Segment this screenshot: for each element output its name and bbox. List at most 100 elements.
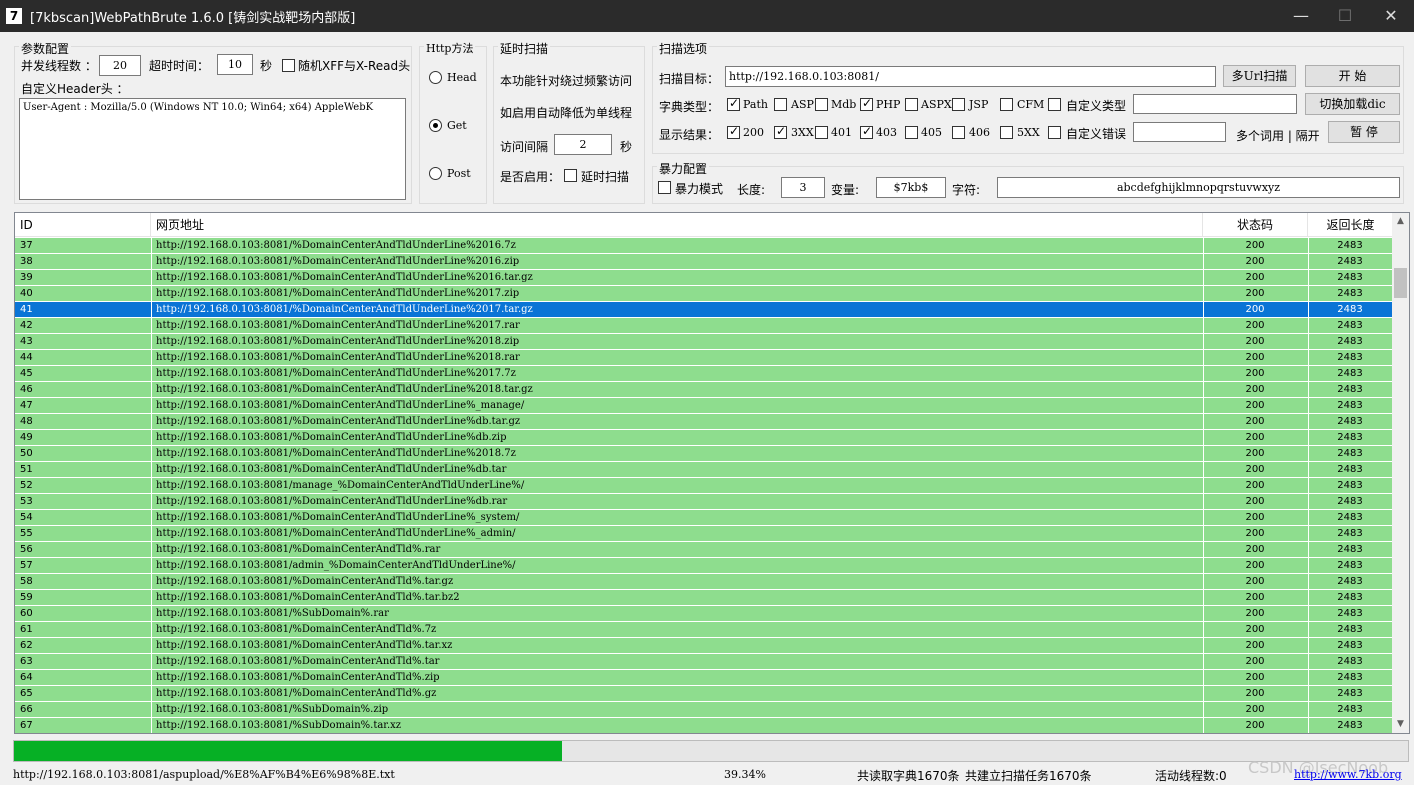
header-url[interactable]: 网页地址 xyxy=(151,213,1203,237)
column-separator xyxy=(151,510,152,526)
custom-type-input[interactable] xyxy=(1133,94,1297,114)
dict-mdb-checkbox[interactable] xyxy=(815,98,828,111)
dict-path-checkbox[interactable] xyxy=(727,96,740,111)
table-row[interactable]: 53 http://192.168.0.103:8081/%DomainCente… xyxy=(15,494,1393,510)
table-row[interactable]: 62 http://192.168.0.103:8081/%DomainCente… xyxy=(15,638,1393,654)
custom-error-checkbox[interactable] xyxy=(1048,126,1061,139)
header-status[interactable]: 状态码 xyxy=(1203,213,1308,237)
result-200-checkbox[interactable] xyxy=(727,124,740,139)
row-status: 200 xyxy=(1245,400,1265,411)
scroll-down-icon[interactable]: ▼ xyxy=(1392,716,1409,733)
table-row[interactable]: 57 http://192.168.0.103:8081/admin_%Domai… xyxy=(15,558,1393,574)
result-5xx-checkbox[interactable] xyxy=(1000,126,1013,139)
table-row[interactable]: 59 http://192.168.0.103:8081/%DomainCente… xyxy=(15,590,1393,606)
column-separator xyxy=(1308,270,1309,286)
column-separator xyxy=(151,270,152,286)
multi-url-scan-button[interactable]: 多Url扫描 xyxy=(1223,65,1296,87)
radio-get[interactable] xyxy=(429,119,442,132)
radio-head[interactable] xyxy=(429,71,442,84)
scroll-up-icon[interactable]: ▲ xyxy=(1392,213,1409,230)
table-row[interactable]: 52 http://192.168.0.103:8081/manage_%Doma… xyxy=(15,478,1393,494)
column-separator xyxy=(1203,702,1204,718)
header-id[interactable]: ID xyxy=(15,213,151,237)
row-url: http://192.168.0.103:8081/%DomainCenterA… xyxy=(156,272,533,283)
delay-scan-checkbox[interactable] xyxy=(564,169,577,182)
table-row[interactable]: 43 http://192.168.0.103:8081/%DomainCente… xyxy=(15,334,1393,350)
minimize-button[interactable]: — xyxy=(1278,0,1324,32)
threads-input[interactable]: 20 xyxy=(99,55,141,76)
timeout-input[interactable]: 10 xyxy=(217,54,253,75)
dict-php-checkbox[interactable] xyxy=(860,96,873,111)
result-3xx-checkbox[interactable] xyxy=(774,124,787,139)
table-row[interactable]: 66 http://192.168.0.103:8081/%SubDomain%.… xyxy=(15,702,1393,718)
table-row[interactable]: 55 http://192.168.0.103:8081/%DomainCente… xyxy=(15,526,1393,542)
target-input[interactable]: http://192.168.0.103:8081/ xyxy=(725,66,1216,87)
status-link[interactable]: http://www.7kb.org xyxy=(1294,768,1402,781)
table-row[interactable]: 46 http://192.168.0.103:8081/%DomainCente… xyxy=(15,382,1393,398)
close-button[interactable]: ✕ xyxy=(1368,0,1414,32)
table-row[interactable]: 39 http://192.168.0.103:8081/%DomainCente… xyxy=(15,270,1393,286)
table-row[interactable]: 48 http://192.168.0.103:8081/%DomainCente… xyxy=(15,414,1393,430)
table-row[interactable]: 60 http://192.168.0.103:8081/%SubDomain%.… xyxy=(15,606,1393,622)
column-separator xyxy=(1203,686,1204,702)
random-xff-checkbox[interactable] xyxy=(282,59,295,72)
table-row[interactable]: 49 http://192.168.0.103:8081/%DomainCente… xyxy=(15,430,1393,446)
row-length: 2483 xyxy=(1337,688,1363,699)
result-403-checkbox[interactable] xyxy=(860,124,873,139)
maximize-button[interactable]: ☐ xyxy=(1322,0,1368,32)
dict-asp-checkbox[interactable] xyxy=(774,98,787,111)
table-row[interactable]: 64 http://192.168.0.103:8081/%DomainCente… xyxy=(15,670,1393,686)
header-length[interactable]: 返回长度 xyxy=(1308,213,1393,237)
pause-button[interactable]: 暂 停 xyxy=(1328,121,1400,143)
length-input[interactable]: 3 xyxy=(781,177,825,198)
result-406-checkbox[interactable] xyxy=(952,126,965,139)
interval-input[interactable]: 2 xyxy=(554,134,612,155)
scrollbar-thumb[interactable] xyxy=(1394,268,1407,298)
radio-post[interactable] xyxy=(429,167,442,180)
variable-input[interactable]: $7kb$ xyxy=(876,177,946,198)
column-separator xyxy=(1203,302,1204,318)
progress-fill xyxy=(14,741,563,761)
table-row[interactable]: 38 http://192.168.0.103:8081/%DomainCente… xyxy=(15,254,1393,270)
table-row[interactable]: 65 http://192.168.0.103:8081/%DomainCente… xyxy=(15,686,1393,702)
delay-enable-label: 是否启用： xyxy=(500,170,561,184)
result-405-checkbox[interactable] xyxy=(905,126,918,139)
dict-jsp-checkbox[interactable] xyxy=(952,98,965,111)
table-row[interactable]: 40 http://192.168.0.103:8081/%DomainCente… xyxy=(15,286,1393,302)
row-url: http://192.168.0.103:8081/%DomainCenterA… xyxy=(156,416,521,427)
table-row[interactable]: 47 http://192.168.0.103:8081/%DomainCente… xyxy=(15,398,1393,414)
table-row[interactable]: 45 http://192.168.0.103:8081/%DomainCente… xyxy=(15,366,1393,382)
table-row[interactable]: 61 http://192.168.0.103:8081/%DomainCente… xyxy=(15,622,1393,638)
column-separator xyxy=(1308,462,1309,478)
table-row[interactable]: 42 http://192.168.0.103:8081/%DomainCente… xyxy=(15,318,1393,334)
table-row[interactable]: 37 http://192.168.0.103:8081/%DomainCente… xyxy=(15,238,1393,254)
dict-cfm-checkbox[interactable] xyxy=(1000,98,1013,111)
chars-input[interactable]: abcdefghijklmnopqrstuvwxyz xyxy=(997,177,1400,198)
results-table[interactable]: ID 网页地址 状态码 返回长度 37 http://192.168.0.103:… xyxy=(14,212,1410,734)
brute-mode-label: 暴力模式 xyxy=(675,182,724,196)
dict-aspx-checkbox[interactable] xyxy=(905,98,918,111)
dict-php-label: PHP xyxy=(876,98,901,111)
table-row[interactable]: 50 http://192.168.0.103:8081/%DomainCente… xyxy=(15,446,1393,462)
result-401-checkbox[interactable] xyxy=(815,126,828,139)
vertical-scrollbar[interactable]: ▲ ▼ xyxy=(1392,213,1409,733)
row-id: 46 xyxy=(20,384,33,395)
scan-progress-bar xyxy=(13,740,1409,762)
table-row[interactable]: 41 http://192.168.0.103:8081/%DomainCente… xyxy=(15,302,1393,318)
start-button[interactable]: 开 始 xyxy=(1305,65,1400,87)
header-textarea[interactable]: User-Agent : Mozilla/5.0 (Windows NT 10.… xyxy=(19,98,406,200)
brute-mode-checkbox[interactable] xyxy=(658,181,671,194)
table-row[interactable]: 54 http://192.168.0.103:8081/%DomainCente… xyxy=(15,510,1393,526)
column-separator xyxy=(1203,254,1204,270)
table-row[interactable]: 58 http://192.168.0.103:8081/%DomainCente… xyxy=(15,574,1393,590)
table-row[interactable]: 56 http://192.168.0.103:8081/%DomainCente… xyxy=(15,542,1393,558)
table-row[interactable]: 67 http://192.168.0.103:8081/%SubDomain%.… xyxy=(15,718,1393,733)
custom-error-input[interactable] xyxy=(1133,122,1226,142)
custom-type-checkbox[interactable] xyxy=(1048,98,1061,111)
table-row[interactable]: 63 http://192.168.0.103:8081/%DomainCente… xyxy=(15,654,1393,670)
switch-dict-button[interactable]: 切换加载dic xyxy=(1305,93,1400,115)
table-row[interactable]: 44 http://192.168.0.103:8081/%DomainCente… xyxy=(15,350,1393,366)
table-row[interactable]: 51 http://192.168.0.103:8081/%DomainCente… xyxy=(15,462,1393,478)
row-url: http://192.168.0.103:8081/%DomainCenterA… xyxy=(156,624,437,635)
row-id: 49 xyxy=(20,432,33,443)
